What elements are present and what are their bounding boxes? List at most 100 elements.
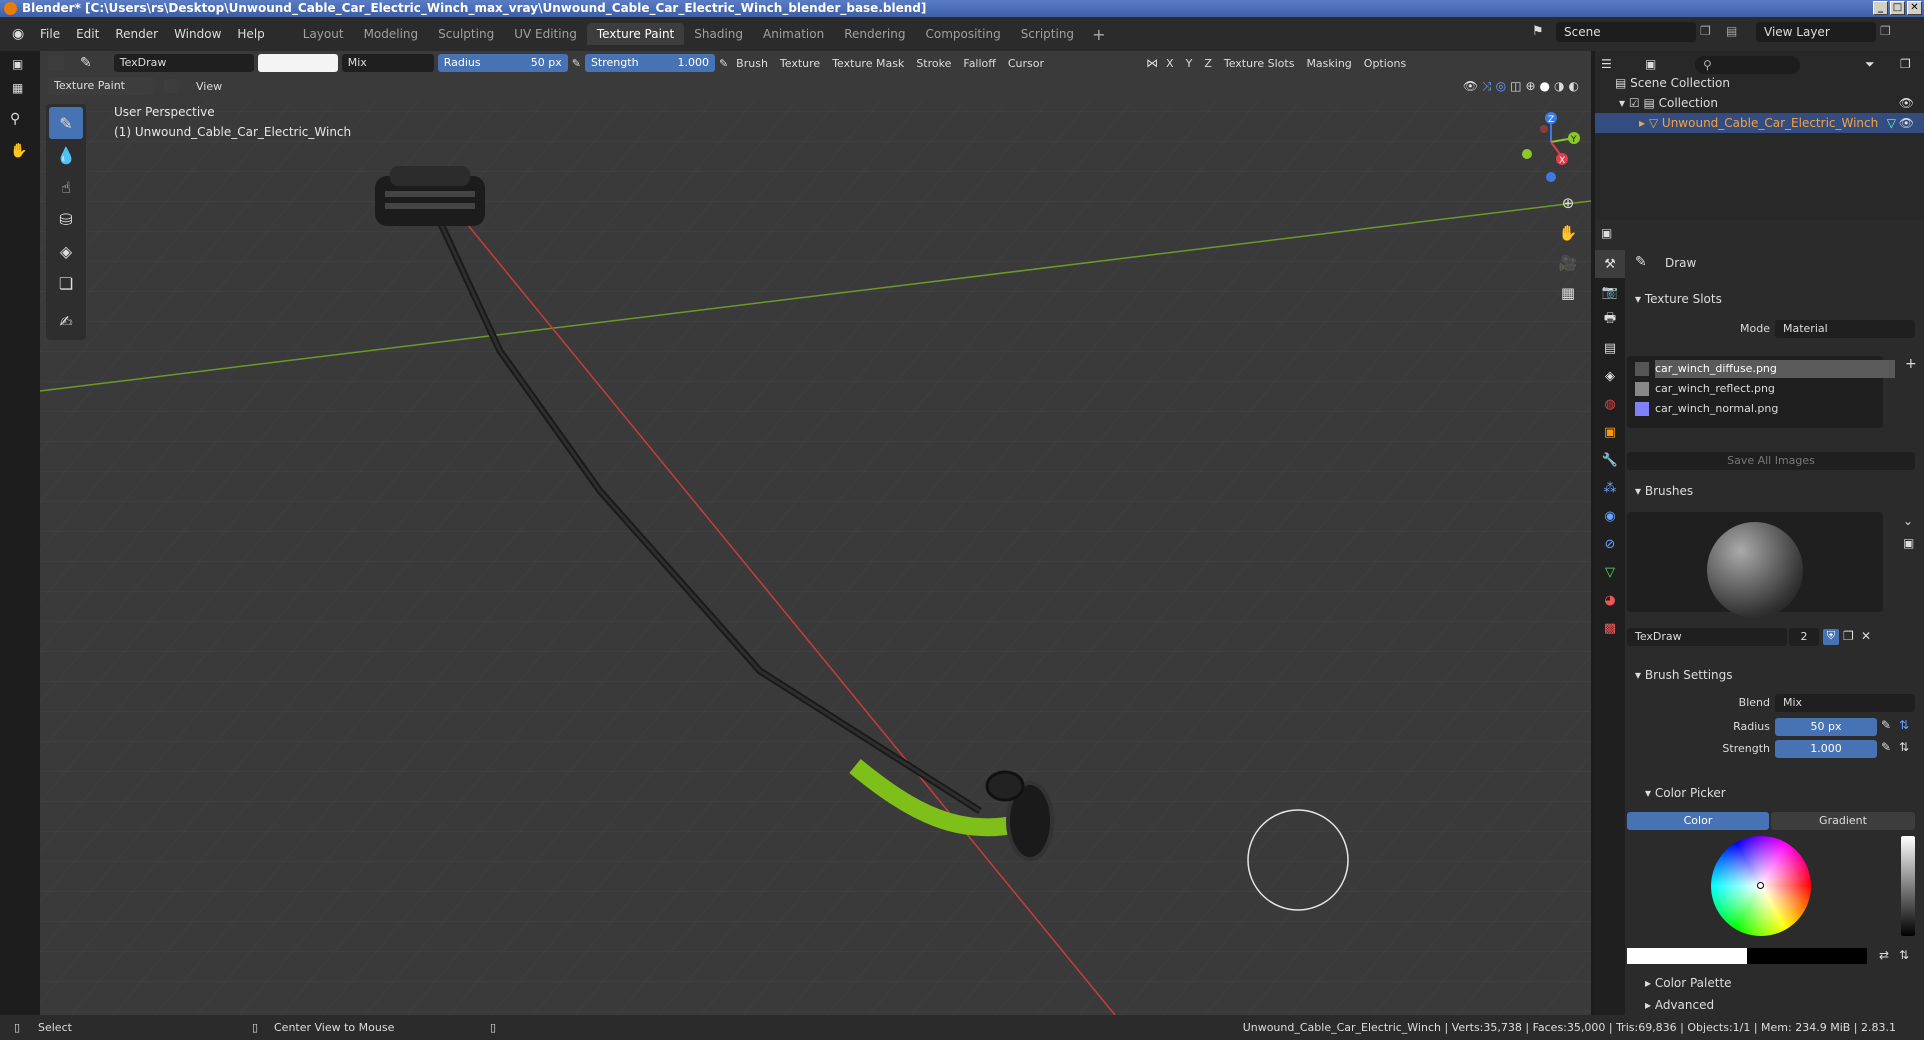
brush-settings-header[interactable]: ▾ Brush Settings: [1635, 668, 1733, 682]
value-slider[interactable]: [1901, 836, 1915, 936]
symmetry-icon[interactable]: ⋈: [1146, 56, 1158, 70]
tab-rendering[interactable]: Rendering: [834, 23, 915, 45]
render-tab-icon[interactable]: 📷: [1595, 278, 1625, 306]
radius-pressure-icon[interactable]: ✎: [572, 57, 581, 70]
brush-preview-area[interactable]: [1627, 512, 1883, 618]
xray-icon[interactable]: ◫: [1510, 79, 1521, 93]
strength-field[interactable]: 1.000: [1775, 740, 1877, 758]
expand-arrow-icon[interactable]: ▸: [1639, 116, 1645, 130]
view-layer-icon[interactable]: ▤: [1726, 24, 1737, 38]
color-palette-header[interactable]: ▸ Color Palette: [1645, 976, 1732, 990]
winch-body[interactable]: [375, 166, 485, 226]
secondary-color-swatch[interactable]: [1747, 948, 1867, 964]
new-view-layer-icon[interactable]: ❐: [1880, 24, 1891, 38]
strength-pressure-icon[interactable]: ✎: [1881, 740, 1891, 754]
output-tab-icon[interactable]: 🖶: [1595, 306, 1625, 334]
tab-uv-editing[interactable]: UV Editing: [504, 23, 587, 45]
tab-modeling[interactable]: Modeling: [354, 23, 429, 45]
strength-slider[interactable]: Strength 1.000: [584, 54, 715, 72]
swap-colors-icon[interactable]: ⇄: [1879, 948, 1889, 962]
scene-type-icon[interactable]: ⚑: [1532, 24, 1544, 39]
primary-color-swatch[interactable]: [1627, 948, 1747, 964]
draw-tool[interactable]: ✎: [49, 107, 83, 139]
maximize-button[interactable]: □: [1890, 1, 1905, 15]
properties-editor-icon[interactable]: ▣: [1601, 226, 1612, 240]
pan-view-icon[interactable]: ✋: [1555, 220, 1581, 246]
menu-help[interactable]: Help: [229, 27, 272, 41]
brush-color-swatch[interactable]: [257, 54, 338, 72]
smear-tool[interactable]: ☝: [49, 171, 83, 203]
add-slot-icon[interactable]: +: [1905, 356, 1917, 372]
brush-users-count[interactable]: 2: [1789, 628, 1819, 646]
rendered-shading-icon[interactable]: ◐: [1569, 79, 1579, 93]
overlay-toggle-icon[interactable]: ◎: [1496, 79, 1506, 93]
gradient-tab[interactable]: Gradient: [1771, 812, 1915, 830]
tab-compositing[interactable]: Compositing: [915, 23, 1010, 45]
object-tab-icon[interactable]: ▣: [1595, 418, 1625, 446]
new-collection-icon[interactable]: ❐: [1900, 57, 1911, 71]
menu-file[interactable]: File: [32, 27, 68, 41]
wireframe-shading-icon[interactable]: ⊕: [1525, 79, 1535, 93]
texture-slots-header[interactable]: ▾ Texture Slots: [1635, 292, 1722, 306]
brush-image-icon[interactable]: ▣: [1903, 536, 1914, 550]
color-unified-icon[interactable]: ⇅: [1899, 948, 1909, 962]
outliner-search-input[interactable]: ⚲: [1695, 56, 1800, 74]
slot-diffuse[interactable]: car_winch_diffuse.png: [1655, 360, 1895, 378]
modifier-tab-icon[interactable]: 🔧: [1595, 446, 1625, 474]
color-wheel-cursor[interactable]: [1757, 882, 1764, 889]
checkbox-icon[interactable]: ☑: [1629, 96, 1640, 110]
display-mode-icon[interactable]: ▣: [1645, 57, 1656, 71]
solid-shading-icon[interactable]: ●: [1540, 79, 1550, 93]
brushes-header[interactable]: ▾ Brushes: [1635, 484, 1693, 498]
options-menu[interactable]: Options: [1360, 57, 1410, 70]
constraints-tab-icon[interactable]: ⊘: [1595, 530, 1625, 558]
view-layer-tab-icon[interactable]: ▤: [1595, 334, 1625, 362]
camera-view-icon[interactable]: 🎥: [1555, 250, 1581, 276]
outliner-editor-icon[interactable]: ☰: [1601, 57, 1612, 71]
tab-shading[interactable]: Shading: [684, 23, 753, 45]
slot-normal[interactable]: car_winch_normal.png: [1655, 400, 1895, 418]
radius-field[interactable]: 50 px: [1775, 718, 1877, 736]
menu-edit[interactable]: Edit: [68, 27, 107, 41]
tab-sculpting[interactable]: Sculpting: [428, 23, 504, 45]
tab-texture-paint[interactable]: Texture Paint: [586, 23, 685, 45]
menu-window[interactable]: Window: [166, 27, 229, 41]
close-button[interactable]: ✕: [1907, 1, 1922, 15]
mirror-z-toggle[interactable]: Z: [1200, 57, 1216, 70]
soften-tool[interactable]: 💧: [49, 139, 83, 171]
new-scene-icon[interactable]: ❐: [1700, 24, 1711, 38]
clone-tool[interactable]: ⛁: [49, 203, 83, 235]
view-menu[interactable]: View: [192, 80, 226, 93]
add-workspace-button[interactable]: +: [1084, 25, 1113, 44]
color-tab[interactable]: Color: [1627, 812, 1769, 830]
brush-list-expand-icon[interactable]: ⌄: [1903, 514, 1913, 528]
particles-tab-icon[interactable]: ⁂: [1595, 474, 1625, 502]
physics-tab-icon[interactable]: ◉: [1595, 502, 1625, 530]
zoom-icon[interactable]: ⚲: [10, 111, 20, 127]
cursor-menu[interactable]: Cursor: [1004, 57, 1048, 70]
falloff-menu[interactable]: Falloff: [959, 57, 999, 70]
strength-pressure-icon[interactable]: ✎: [719, 57, 728, 70]
tab-layout[interactable]: Layout: [293, 23, 354, 45]
3d-viewport[interactable]: Z Y X: [40, 51, 1591, 1015]
tab-scripting[interactable]: Scripting: [1011, 23, 1084, 45]
view-layer-selector[interactable]: View Layer: [1756, 22, 1876, 42]
tool-tab-icon[interactable]: ⚒: [1595, 250, 1625, 278]
material-shading-icon[interactable]: ◑: [1554, 79, 1564, 93]
material-tab-icon[interactable]: ◕: [1595, 586, 1625, 614]
outliner-object[interactable]: ▸ ▽ Unwound_Cable_Car_Electric_Winch ▽ 👁: [1595, 113, 1924, 133]
radius-slider[interactable]: Radius 50 px: [437, 54, 568, 72]
masking-menu[interactable]: Masking: [1302, 57, 1355, 70]
mode-dropdown[interactable]: Texture Paint: [48, 77, 154, 95]
slot-reflect[interactable]: car_winch_reflect.png: [1655, 380, 1895, 398]
color-wheel[interactable]: [1711, 836, 1811, 936]
texture-mask-menu[interactable]: Texture Mask: [828, 57, 908, 70]
unlink-brush-icon[interactable]: ✕: [1861, 629, 1871, 643]
filter-icon[interactable]: ⏷: [1865, 57, 1875, 72]
texture-tab-icon[interactable]: ▩: [1595, 614, 1625, 642]
mirror-x-toggle[interactable]: X: [1162, 57, 1178, 70]
outliner-collection[interactable]: ▾ ☑ ▤ Collection 👁: [1595, 93, 1924, 113]
menu-render[interactable]: Render: [107, 27, 166, 41]
brush-name-field[interactable]: TexDraw: [113, 54, 254, 72]
tool-mode-icon[interactable]: [48, 55, 64, 71]
